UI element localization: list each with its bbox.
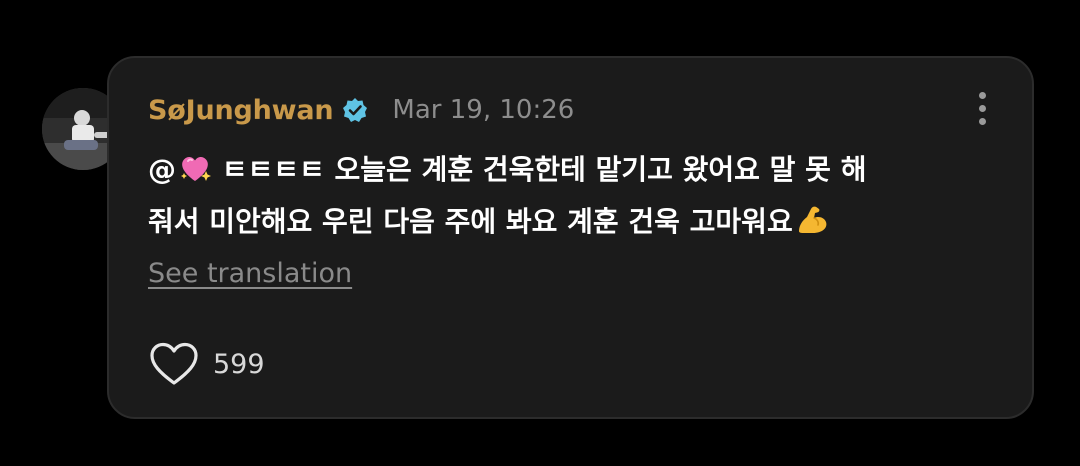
comment-text-line-1-rest: ㅌㅌㅌㅌ 오늘은 계훈 건욱한테 맡기고 왔어요 말 못 해 [212,153,867,186]
comment-text-line-2: 줘서 미안해요 우린 다음 주에 봐요 계훈 건욱 고마워요 [148,196,1008,248]
sparkling-heart-emoji [181,156,211,181]
like-section: 599 [149,341,265,387]
comment-text-line-1: @ ㅌㅌㅌㅌ 오늘은 계훈 건욱한테 맡기고 왔어요 말 못 해 [148,144,1008,196]
comment-header: SøJunghwan Mar 19, 10:26 [148,90,574,130]
timestamp: Mar 19, 10:26 [392,95,575,125]
flexed-biceps-emoji [798,206,827,233]
more-vertical-icon[interactable] [976,90,988,128]
like-count: 599 [213,348,265,380]
comment-text-line-2-text: 줘서 미안해요 우린 다음 주에 봐요 계훈 건욱 고마워요 [148,205,793,238]
mention-symbol: @ [148,153,176,186]
see-translation-link[interactable]: See translation [148,258,352,289]
username[interactable]: SøJunghwan [148,95,334,126]
comment-text: @ ㅌㅌㅌㅌ 오늘은 계훈 건욱한테 맡기고 왔어요 말 못 해 줘서 미안해요… [148,144,1008,248]
heart-outline-icon[interactable] [149,341,199,387]
verified-badge-icon [343,98,368,122]
comment-card: SøJunghwan Mar 19, 10:26 @ ㅌㅌㅌㅌ 오늘은 계훈 건… [107,56,1034,419]
